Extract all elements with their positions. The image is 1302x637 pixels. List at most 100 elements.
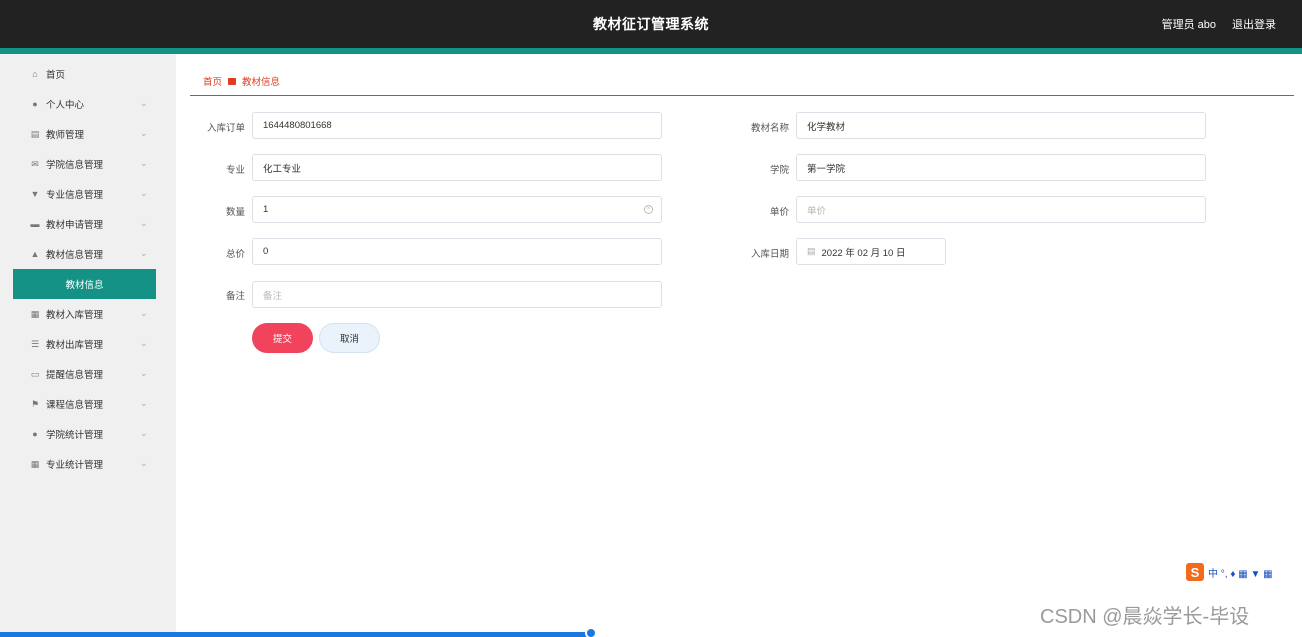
sidebar-item-label: 首页 — [46, 70, 66, 81]
chevron-down-icon: ⌄ — [140, 458, 148, 468]
sidebar-item-4[interactable]: ▼ 专业信息管理 ⌄ — [0, 179, 176, 209]
college-label: 学院 — [769, 165, 789, 176]
chevron-down-icon: ⌄ — [140, 248, 148, 258]
unit-price-placeholder: 单价 — [807, 205, 827, 217]
home-icon: ⌂ — [32, 69, 38, 79]
total-value: 0 — [263, 246, 269, 257]
briefcase-icon: ▭ — [30, 369, 40, 379]
list-icon: ☰ — [30, 339, 40, 349]
sidebar-item-9[interactable]: ▭ 提醒信息管理 ⌄ — [0, 359, 176, 389]
header-actions: 管理员 abo 退出登录 — [1162, 16, 1276, 32]
sidebar-item-10[interactable]: ⚑ 课程信息管理 ⌄ — [0, 389, 176, 419]
breadcrumb-current: 教材信息 — [242, 77, 281, 88]
sidebar-item-11[interactable]: ● 学院统计管理 ⌄ — [0, 419, 176, 449]
mail-icon: ✉ — [31, 159, 39, 169]
watermark: CSDN @晨焱学长-毕设 — [1040, 606, 1250, 628]
sidebar-item-label: 教师管理 — [46, 130, 85, 141]
textbook-name-value: 化学教材 — [807, 121, 846, 133]
date-picker[interactable]: ▤ 2022 年 02 月 10 日 — [796, 238, 946, 265]
trophy-icon: ▼ — [30, 189, 40, 199]
chevron-down-icon: ⌄ — [140, 398, 148, 408]
quantity-input[interactable]: 1 × — [252, 196, 662, 223]
submit-button[interactable]: 提交 — [252, 323, 313, 353]
sidebar-item-12[interactable]: ▦ 专业统计管理 ⌄ — [0, 449, 176, 479]
progress-bar — [0, 632, 592, 637]
date-value: 2022 年 02 月 10 日 — [821, 247, 906, 259]
thumb-icon: ▲ — [30, 249, 40, 259]
doc-icon: ▤ — [30, 129, 40, 139]
chevron-down-icon: ⌄ — [140, 188, 148, 198]
date-label: 入库日期 — [750, 249, 789, 260]
sidebar-item-label: 专业信息管理 — [46, 190, 104, 201]
textbook-name-label: 教材名称 — [750, 123, 789, 134]
sidebar-item-8[interactable]: ☰ 教材出库管理 ⌄ — [0, 329, 176, 359]
sidebar-item-label: 教材信息管理 — [46, 250, 104, 261]
ime-items: 中 °, ♦ ▦ ▼ ▦ — [1208, 568, 1273, 580]
note-input[interactable]: 备注 — [252, 281, 662, 308]
progress-handle[interactable] — [585, 627, 597, 637]
college-value: 第一学院 — [807, 163, 846, 175]
order-label: 入库订单 — [206, 123, 245, 134]
chevron-down-icon: ⌄ — [140, 158, 148, 168]
quantity-value: 1 — [263, 204, 269, 215]
sidebar-item-7[interactable]: ▦ 教材入库管理 ⌄ — [0, 299, 176, 329]
sidebar-item-5[interactable]: ▬ 教材申请管理 ⌄ — [0, 209, 176, 239]
chevron-down-icon: ⌄ — [140, 428, 148, 438]
top-header: 教材征订管理系统 管理员 abo 退出登录 — [0, 0, 1302, 48]
note-placeholder: 备注 — [263, 290, 283, 302]
sidebar: 教材信息 ⌂ 首页 ● 个人中心 ⌄ ▤ 教师管理 ⌄ ✉ 学院信息管理 ⌄ ▼ 专业信息管理 ⌄ ▬ 教材申… — [0, 54, 176, 637]
chevron-down-icon: ⌄ — [140, 308, 148, 318]
textbook-name-input[interactable]: 化学教材 — [796, 112, 1206, 139]
major-input[interactable]: 化工专业 — [252, 154, 662, 181]
breadcrumb-divider — [190, 95, 1294, 96]
app-title: 教材征订管理系统 — [593, 16, 709, 32]
ime-logo-icon: S — [1186, 563, 1204, 581]
chat-icon: ▬ — [30, 219, 40, 229]
logout-link[interactable]: 退出登录 — [1232, 16, 1276, 32]
sidebar-item-3[interactable]: ✉ 学院信息管理 ⌄ — [0, 149, 176, 179]
ime-toolbar[interactable]: S 中 °, ♦ ▦ ▼ ▦ — [1186, 562, 1302, 582]
sidebar-item-label: 专业统计管理 — [46, 460, 104, 471]
order-value: 1644480801668 — [263, 120, 332, 131]
order-input[interactable]: 1644480801668 — [252, 112, 662, 139]
major-label: 专业 — [225, 165, 245, 176]
grid-icon: ▦ — [30, 309, 40, 319]
breadcrumb-home[interactable]: 首页 — [203, 74, 222, 88]
sidebar-subitem-textbook-info[interactable]: 教材信息 — [13, 269, 156, 299]
calendar-icon: ▤ — [807, 246, 816, 256]
chevron-down-icon: ⌄ — [140, 128, 148, 138]
flag-icon: ⚑ — [30, 399, 40, 409]
sidebar-item-0[interactable]: ⌂ 首页 — [0, 59, 176, 89]
user-icon: ● — [32, 429, 38, 439]
chevron-down-icon: ⌄ — [140, 98, 148, 108]
total-label: 总价 — [225, 249, 245, 260]
chevron-down-icon: ⌄ — [140, 368, 148, 378]
sidebar-item-1[interactable]: ● 个人中心 ⌄ — [0, 89, 176, 119]
breadcrumb: 首页 教材信息 — [203, 74, 280, 88]
sidebar-item-label: 个人中心 — [46, 100, 85, 111]
unit-price-input[interactable]: 单价 — [796, 196, 1206, 223]
grid-icon: ▦ — [30, 459, 40, 469]
college-input[interactable]: 第一学院 — [796, 154, 1206, 181]
sidebar-item-6[interactable]: ▲ 教材信息管理 ⌄ — [0, 239, 176, 269]
chevron-down-icon: ⌄ — [140, 338, 148, 348]
sidebar-item-label: 学院统计管理 — [46, 430, 104, 441]
user-icon: ● — [32, 99, 38, 109]
sidebar-item-label: 教材入库管理 — [46, 310, 104, 321]
sidebar-item-label: 教材出库管理 — [46, 340, 104, 351]
chevron-down-icon: ⌄ — [140, 218, 148, 228]
clear-icon[interactable]: × — [644, 205, 653, 214]
sidebar-item-label: 提醒信息管理 — [46, 370, 104, 381]
sidebar-item-label: 教材申请管理 — [46, 220, 104, 231]
unit-price-label: 单价 — [769, 207, 789, 218]
breadcrumb-separator-icon — [228, 77, 237, 85]
cancel-button[interactable]: 取消 — [319, 323, 380, 353]
current-user[interactable]: 管理员 abo — [1162, 16, 1216, 32]
quantity-label: 数量 — [225, 207, 245, 218]
major-value: 化工专业 — [263, 163, 302, 175]
sidebar-item-label: 学院信息管理 — [46, 160, 104, 171]
note-label: 备注 — [225, 291, 245, 302]
sidebar-item-label: 课程信息管理 — [46, 400, 104, 411]
sidebar-item-2[interactable]: ▤ 教师管理 ⌄ — [0, 119, 176, 149]
total-input[interactable]: 0 — [252, 238, 662, 265]
